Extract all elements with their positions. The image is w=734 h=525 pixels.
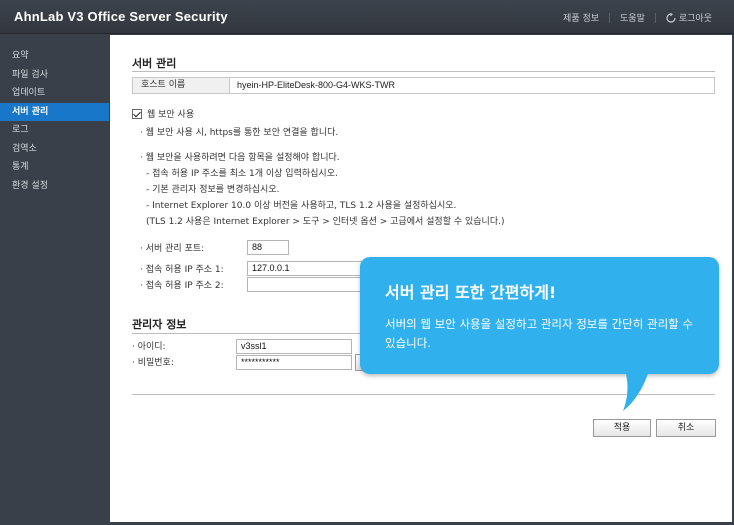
top-links: 제품 정보 도움말 로그아웃	[553, 11, 722, 24]
note-requirement-item: - 기본 관리자 정보를 변경하십시오.	[146, 185, 280, 195]
help-link[interactable]: 도움말	[610, 11, 655, 24]
sidebar-item-log[interactable]: 로그	[0, 121, 109, 140]
port-input[interactable]: 88	[247, 240, 289, 255]
ip2-input[interactable]	[247, 277, 367, 292]
callout-tail	[617, 370, 649, 411]
section-title-admin: 관리자 정보	[132, 318, 187, 331]
host-name-value: hyein-HP-EliteDesk-800-G4-WKS-TWR	[237, 80, 396, 90]
divider	[132, 71, 715, 72]
admin-pw-label: · 비밀번호:	[132, 358, 174, 368]
admin-id-input[interactable]: v3ssl1	[236, 339, 352, 354]
logout-label: 로그아웃	[678, 14, 712, 24]
ip2-label: · 접속 허용 IP 주소 2:	[140, 281, 224, 291]
admin-id-label: · 아이디:	[132, 342, 166, 352]
sidebar: 요약 파일 검사 업데이트 서버 관리 로그 검역소 통계 환경 설정	[0, 35, 109, 525]
note-requirement-item: - 접속 허용 IP 주소를 최소 1개 이상 입력하십시오.	[146, 169, 338, 179]
cancel-button[interactable]: 취소	[656, 419, 716, 437]
callout-bubble: 서버 관리 또한 간편하게! 서버의 웹 보안 사용을 설정하고 관리자 정보를…	[360, 257, 719, 374]
port-label: · 서버 관리 포트:	[140, 244, 205, 254]
product-info-link[interactable]: 제품 정보	[553, 11, 609, 24]
sidebar-item-quarantine[interactable]: 검역소	[0, 140, 109, 159]
top-bar: AhnLab V3 Office Server Security 제품 정보 도…	[0, 0, 734, 34]
sidebar-item-file-scan[interactable]: 파일 검사	[0, 66, 109, 85]
sidebar-item-settings[interactable]: 환경 설정	[0, 177, 109, 196]
section-title-server-mgmt: 서버 관리	[132, 57, 177, 70]
web-security-row: 웹 보안 사용	[132, 107, 194, 120]
ip1-label: · 접속 허용 IP 주소 1:	[140, 265, 224, 275]
sidebar-item-update[interactable]: 업데이트	[0, 84, 109, 103]
callout-body: 서버의 웹 보안 사용을 설정하고 관리자 정보를 간단히 관리할 수 있습니다…	[385, 317, 693, 350]
apply-button[interactable]: 적용	[593, 419, 651, 437]
web-security-label: 웹 보안 사용	[147, 110, 195, 120]
note-https: · 웹 보안 사용 시, https를 통한 보안 연결을 합니다.	[140, 128, 339, 138]
logout-link[interactable]: 로그아웃	[656, 11, 722, 24]
note-requirement-item: - Internet Explorer 10.0 이상 버전을 사용하고, TL…	[146, 201, 457, 211]
app-title: AhnLab V3 Office Server Security	[14, 9, 228, 24]
callout-title: 서버 관리 또한 간편하게!	[385, 283, 557, 302]
sidebar-item-server-mgmt[interactable]: 서버 관리	[0, 102, 109, 121]
note-requirements: · 웹 보안을 사용하려면 다음 항목을 설정해야 합니다.	[140, 153, 340, 163]
note-requirement-item: (TLS 1.2 사용은 Internet Explorer > 도구 > 인터…	[146, 217, 505, 227]
admin-pw-input[interactable]: ***********	[236, 355, 352, 370]
sidebar-item-statistics[interactable]: 통계	[0, 158, 109, 177]
web-security-checkbox[interactable]	[132, 108, 142, 119]
host-name-label: 호스트 이름	[133, 78, 230, 93]
logout-icon	[666, 12, 676, 23]
sidebar-item-summary[interactable]: 요약	[0, 47, 109, 66]
ip1-input[interactable]: 127.0.0.1	[247, 261, 367, 276]
host-name-row: 호스트 이름 hyein-HP-EliteDesk-800-G4-WKS-TWR	[132, 77, 715, 94]
